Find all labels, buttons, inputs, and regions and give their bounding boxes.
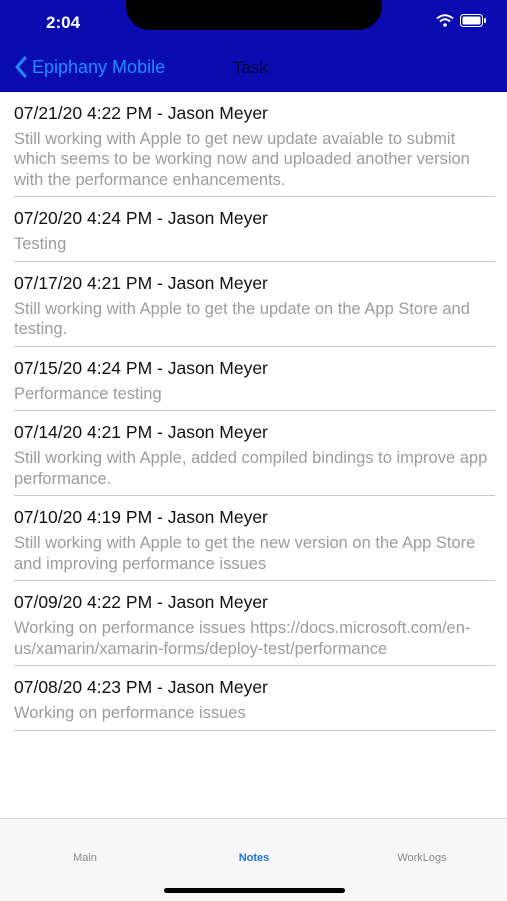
note-text: Still working with Apple to get the new … [14,534,476,573]
divider [14,729,495,731]
note-text: Testing [14,235,67,253]
note-timestamp-author: 07/15/20 4:24 PM - Jason Meyer [14,357,268,378]
note-text: Still working with Apple, added compiled… [14,449,488,488]
note-timestamp-author: 07/20/20 4:24 PM - Jason Meyer [14,208,268,228]
note-timestamp-author: 07/14/20 4:21 PM - Jason Meyer [14,422,268,442]
navigation-bar: 2:04 Epiphany Mobile Task [0,0,507,92]
home-indicator [164,888,345,893]
note-timestamp-author: 07/08/20 4:23 PM - Jason Meyer [14,677,268,697]
note-item[interactable]: 07/14/20 4:21 PM - Jason Meyer Still work… [0,411,507,495]
wifi-icon [436,14,454,27]
chevron-left-icon [15,56,27,78]
note-item[interactable]: 07/08/20 4:23 PM - Jason Meyer Working on… [0,666,507,730]
note-text: Still working with Apple to get new upda… [14,129,470,189]
note-text: Working on performance issues https://do… [14,619,471,658]
note-item[interactable]: 07/09/20 4:22 PM - Jason Meyer Working on… [0,581,507,665]
tab-worklogs[interactable]: WorkLogs [362,852,482,864]
back-button-label: Epiphany Mobile [32,56,166,77]
page-title: Task [233,58,268,77]
tab-bar: Main Notes WorkLogs [0,818,507,901]
battery-icon [460,14,486,27]
note-text: Performance testing [14,384,162,403]
note-timestamp-author: 07/17/20 4:21 PM - Jason Meyer [14,272,268,293]
notes-list[interactable]: Notified Jason and Pam that the website … [0,60,507,818]
back-button[interactable]: Epiphany Mobile [14,56,165,78]
status-icons [436,14,487,27]
note-item[interactable]: 07/20/20 4:24 PM - Jason Meyer Testing [0,197,507,261]
note-text: Working on performance issues [14,704,246,722]
note-item[interactable]: 07/10/20 4:19 PM - Jason Meyer Still work… [0,496,507,580]
device-notch [126,0,382,30]
note-item[interactable]: 07/15/20 4:24 PM - Jason Meyer Performanc… [0,347,507,411]
note-item[interactable]: 07/17/20 4:21 PM - Jason Meyer Still work… [0,262,507,346]
note-item[interactable]: 07/21/20 4:22 PM - Jason Meyer Still work… [0,92,507,197]
note-timestamp-author: 07/21/20 4:22 PM - Jason Meyer [14,102,268,123]
tab-notes[interactable]: Notes [194,852,314,864]
note-timestamp-author: 07/10/20 4:19 PM - Jason Meyer [14,507,268,527]
tab-main[interactable]: Main [25,852,145,864]
note-text: Still working with Apple to get the upda… [14,299,470,339]
notes-list-content: Notified Jason and Pam that the website … [0,60,507,731]
status-time: 2:04 [46,13,81,32]
note-timestamp-author: 07/09/20 4:22 PM - Jason Meyer [14,592,268,612]
